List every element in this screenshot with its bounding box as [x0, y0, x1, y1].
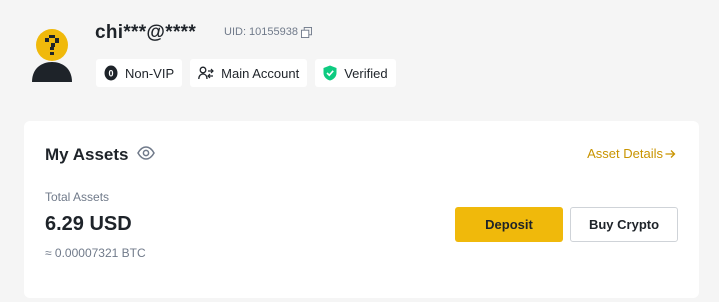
arrow-right-icon: [665, 149, 676, 158]
svg-text:0: 0: [108, 69, 113, 79]
my-assets-title: My Assets: [45, 145, 129, 164]
account-badges: 0 Non-VIP Main Account Verified: [96, 59, 396, 87]
avatar[interactable]: [30, 28, 74, 82]
uid-display: UID: 10155938: [224, 26, 312, 38]
copy-icon[interactable]: [301, 26, 312, 38]
asset-details-link[interactable]: Asset Details: [587, 146, 676, 161]
buy-crypto-button[interactable]: Buy Crypto: [570, 207, 678, 242]
my-assets-card: My Assets Asset Details Total Assets 6.2…: [24, 121, 699, 298]
account-switch-icon: [198, 66, 214, 80]
uid-text: UID: 10155938: [224, 26, 298, 38]
badge-verified-label: Verified: [344, 65, 388, 81]
badge-main-account-label: Main Account: [221, 65, 300, 81]
vip-level-icon: 0: [104, 65, 118, 81]
total-assets-label: Total Assets: [45, 190, 110, 204]
asset-details-label: Asset Details: [587, 146, 663, 161]
badge-vip-label: Non-VIP: [125, 65, 175, 81]
btc-equivalent-value: ≈ 0.00007321 BTC: [45, 246, 146, 260]
deposit-button[interactable]: Deposit: [455, 207, 563, 242]
badge-vip[interactable]: 0 Non-VIP: [96, 59, 183, 87]
eye-icon[interactable]: [137, 145, 155, 161]
verified-shield-icon: [323, 65, 337, 81]
badge-verified[interactable]: Verified: [315, 59, 396, 87]
username: chi***@****: [95, 22, 197, 43]
profile-header: chi***@**** UID: 10155938 0 Non-VIP Main…: [24, 14, 704, 94]
total-assets-value: 6.29 USD: [45, 213, 132, 235]
badge-main-account[interactable]: Main Account: [190, 59, 308, 87]
